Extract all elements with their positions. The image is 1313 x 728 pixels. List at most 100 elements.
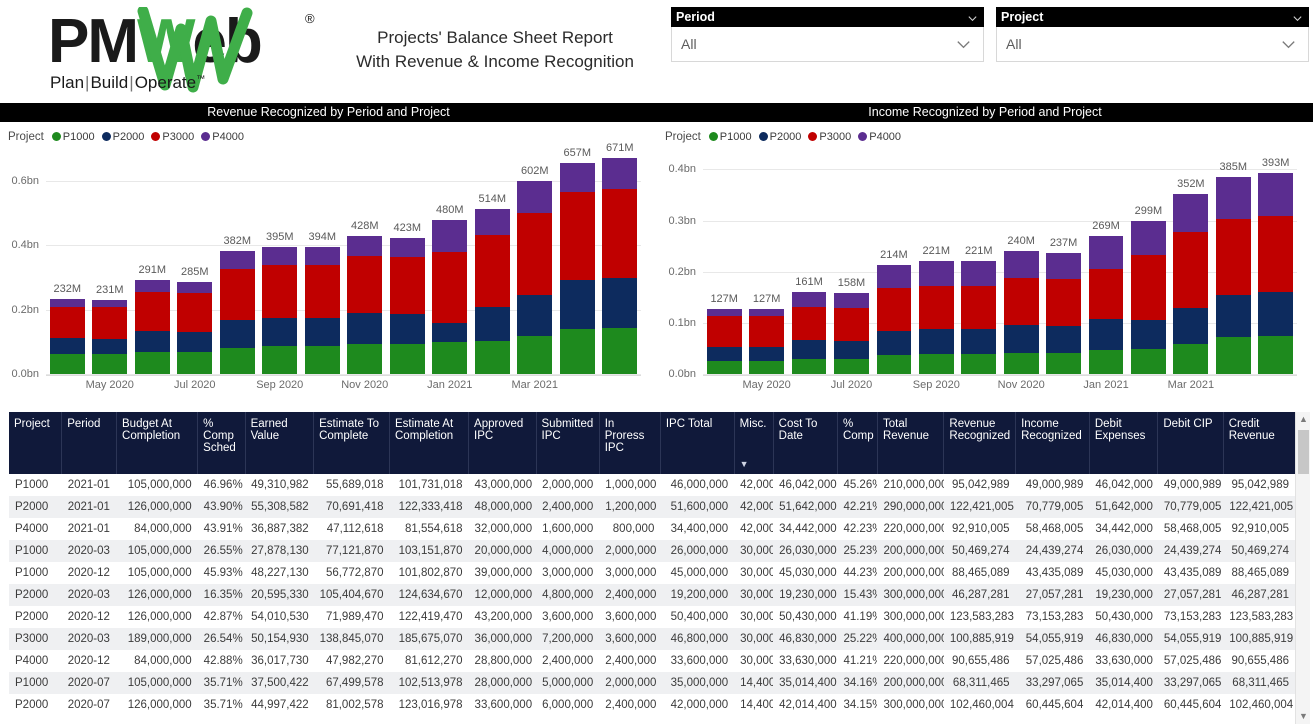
column-header-in-proress-ipc[interactable]: In Proress IPC	[599, 412, 661, 474]
bar-segment-p1000[interactable]	[1173, 343, 1209, 374]
bar-segment-p2000[interactable]	[304, 318, 340, 347]
bar-segment-p2000[interactable]	[134, 331, 170, 352]
bar-segment-p2000[interactable]	[834, 341, 869, 360]
bar-segment-p4000[interactable]	[517, 180, 553, 214]
column-header-debit-cip[interactable]: Debit CIP	[1157, 412, 1224, 474]
bar-column[interactable]: 158M	[830, 149, 872, 374]
bar-segment-p1000[interactable]	[219, 347, 255, 374]
bar-segment-p2000[interactable]	[49, 338, 85, 354]
bar-segment-p1000[interactable]	[1046, 353, 1081, 374]
bar-segment-p1000[interactable]	[1003, 352, 1039, 374]
bar-segment-p2000[interactable]	[474, 306, 510, 341]
column-header-credit-revenue[interactable]: Credit Revenue	[1223, 412, 1295, 474]
column-header-project[interactable]: Project	[9, 412, 63, 474]
bar-segment-p3000[interactable]	[49, 306, 85, 339]
bar-segment-p3000[interactable]	[706, 316, 742, 348]
bar-column[interactable]: 602M	[514, 149, 557, 374]
bar-segment-p1000[interactable]	[1258, 336, 1294, 374]
bar-segment-p2000[interactable]	[262, 318, 298, 347]
bar-segment-p2000[interactable]	[749, 347, 785, 362]
bar-segment-p2000[interactable]	[219, 320, 255, 348]
bar-segment-p2000[interactable]	[1046, 325, 1081, 354]
bar-column[interactable]: 428M	[344, 149, 387, 374]
bar-segment-p3000[interactable]	[134, 291, 170, 332]
bar-segment-p1000[interactable]	[92, 354, 128, 374]
bar-segment-p4000[interactable]	[1088, 236, 1124, 269]
bar-segment-p4000[interactable]	[791, 291, 827, 307]
bar-segment-p3000[interactable]	[1173, 231, 1209, 308]
bar-column[interactable]: 671M	[599, 142, 642, 374]
legend-item-p2000[interactable]: P2000	[101, 131, 144, 143]
chevron-down-icon[interactable]	[954, 35, 973, 59]
bar-segment-p3000[interactable]	[918, 285, 954, 330]
bar-segment-p3000[interactable]	[791, 306, 827, 341]
bar-segment-p4000[interactable]	[1003, 251, 1039, 279]
balance-sheet-table[interactable]: Project Period Budget At Completion% Comp …	[9, 412, 1295, 724]
column-header-budget-at-completion[interactable]: Budget At Completion	[116, 412, 199, 474]
bar-segment-p4000[interactable]	[1046, 252, 1081, 280]
bar-segment-p1000[interactable]	[389, 344, 425, 374]
legend-item-p1000[interactable]: P1000	[51, 131, 95, 143]
bar-segment-p4000[interactable]	[134, 280, 170, 292]
bar-segment-p4000[interactable]	[918, 261, 954, 286]
bar-segment-p4000[interactable]	[262, 247, 298, 266]
bar-segment-p2000[interactable]	[432, 322, 468, 342]
bar-column[interactable]: 221M	[958, 149, 1000, 374]
bar-column[interactable]: 514M	[471, 149, 514, 374]
bar-segment-p1000[interactable]	[304, 346, 340, 374]
bar-segment-p2000[interactable]	[517, 294, 553, 337]
bar-segment-p1000[interactable]	[177, 352, 213, 374]
bar-column[interactable]: 240M	[1000, 149, 1042, 374]
bar-segment-p1000[interactable]	[876, 355, 912, 374]
bar-segment-p4000[interactable]	[1131, 221, 1166, 256]
bar-segment-p2000[interactable]	[559, 280, 595, 329]
bar-segment-p2000[interactable]	[1215, 294, 1251, 338]
bar-segment-p1000[interactable]	[1215, 337, 1251, 374]
bar-segment-p4000[interactable]	[92, 299, 128, 307]
bar-column[interactable]: 393M	[1254, 149, 1296, 374]
bar-segment-p2000[interactable]	[918, 329, 954, 355]
bar-column[interactable]: 394M	[301, 149, 344, 374]
bar-segment-p1000[interactable]	[834, 359, 869, 374]
bar-segment-p2000[interactable]	[1088, 318, 1124, 351]
bar-segment-p2000[interactable]	[791, 340, 827, 359]
bar-column[interactable]: 214M	[873, 149, 915, 374]
bar-segment-p4000[interactable]	[304, 247, 340, 266]
bar-segment-p1000[interactable]	[517, 336, 553, 374]
legend-item-p3000[interactable]: P3000	[151, 131, 194, 143]
scrollbar-thumb[interactable]	[1298, 430, 1309, 474]
column-header-approved-ipc[interactable]: Approved IPC	[468, 412, 537, 474]
legend-item-p4000[interactable]: P4000	[201, 131, 244, 143]
table-row[interactable]: P2000 2021-01 126,000,000 43.90% 55,308,582 7…	[9, 496, 1295, 518]
table-row[interactable]: P2000 2020-12 126,000,000 42.87% 54,010,530 7…	[9, 606, 1295, 628]
bar-segment-p1000[interactable]	[706, 361, 742, 374]
bar-column[interactable]: 237M	[1042, 149, 1084, 374]
bar-segment-p2000[interactable]	[961, 329, 997, 355]
bar-segment-p2000[interactable]	[389, 313, 425, 345]
bar-column[interactable]: 657M	[556, 147, 599, 374]
bar-segment-p2000[interactable]	[602, 278, 638, 329]
table-row[interactable]: P4000 2020-12 84,000,000 42.88% 36,017,730 47…	[9, 650, 1295, 672]
bar-segment-p4000[interactable]	[602, 158, 638, 190]
bar-segment-p3000[interactable]	[517, 213, 553, 295]
bar-segment-p4000[interactable]	[706, 309, 742, 317]
bar-segment-p1000[interactable]	[1088, 350, 1124, 374]
column-header-comp-sched[interactable]: % Comp Sched	[197, 412, 246, 474]
bar-column[interactable]: 127M	[703, 149, 745, 374]
table-row[interactable]: P1000 2020-12 105,000,000 45.93% 48,227,130 5…	[9, 562, 1295, 584]
column-header-period[interactable]: Period	[61, 412, 118, 474]
bar-segment-p4000[interactable]	[432, 219, 468, 252]
bar-segment-p2000[interactable]	[876, 330, 912, 356]
bar-segment-p4000[interactable]	[1173, 194, 1209, 232]
bar-segment-p1000[interactable]	[1131, 349, 1166, 374]
bar-segment-p3000[interactable]	[876, 288, 912, 331]
bar-segment-p3000[interactable]	[1215, 219, 1251, 295]
column-header-total-revenue[interactable]: Total Revenue	[877, 412, 945, 474]
bar-segment-p4000[interactable]	[219, 251, 255, 269]
legend-item-p2000[interactable]: P2000	[758, 131, 801, 143]
table-row[interactable]: P1000 2020-03 105,000,000 26.55% 27,878,130 7…	[9, 540, 1295, 562]
bar-segment-p4000[interactable]	[177, 282, 213, 294]
bar-column[interactable]: 231M	[89, 149, 132, 374]
bar-segment-p3000[interactable]	[1131, 255, 1166, 320]
bar-column[interactable]: 480M	[429, 149, 472, 374]
